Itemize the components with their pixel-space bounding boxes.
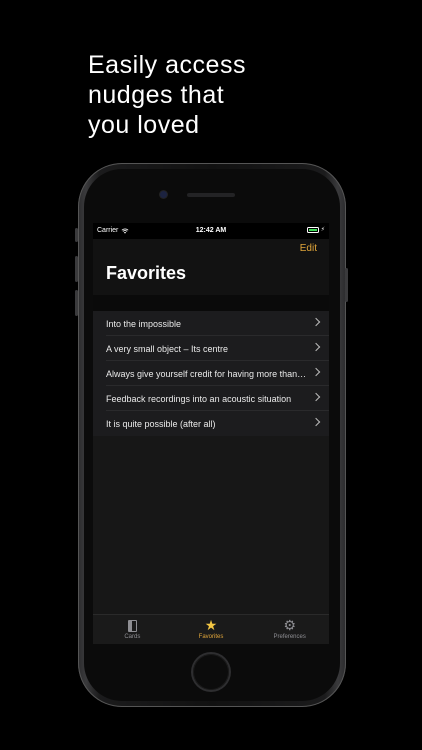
favorite-row[interactable]: It is quite possible (after all)	[93, 411, 329, 436]
favorite-label: Feedback recordings into an acoustic sit…	[106, 393, 292, 404]
chevron-right-icon	[311, 392, 321, 402]
favorite-row[interactable]: Feedback recordings into an acoustic sit…	[93, 386, 329, 411]
favorite-row[interactable]: A very small object – Its centre	[93, 336, 329, 361]
app-screen: Carrier 12:42 AM ⚡ Edit Favorites Into t…	[93, 223, 329, 644]
favorite-label: Into the impossible	[106, 318, 182, 329]
favorites-list: Into the impossible A very small object …	[93, 311, 329, 436]
gear-icon: ⚙	[283, 617, 296, 633]
headline-line-2: nudges that	[88, 81, 225, 109]
status-bar: Carrier 12:42 AM ⚡	[93, 223, 329, 239]
tab-label: Favorites	[198, 634, 224, 640]
chevron-right-icon	[311, 317, 321, 327]
home-button[interactable]	[193, 654, 229, 690]
favorite-label: Always give yourself credit for having m…	[106, 368, 307, 379]
earpiece-speaker	[187, 193, 235, 197]
tab-bar: Cards ★ Favorites ⚙ Preferences	[93, 614, 329, 644]
battery-indicator: ⚡	[306, 227, 325, 233]
chevron-right-icon	[311, 367, 321, 377]
headline-line-3: you loved	[88, 111, 200, 139]
promo-headline: Easily access nudges that you loved	[88, 50, 388, 140]
favorite-row[interactable]: Always give yourself credit for having m…	[93, 361, 329, 386]
headline-line-1: Easily access	[88, 51, 246, 79]
mute-switch	[75, 228, 78, 242]
battery-icon	[306, 227, 319, 233]
tab-favorites[interactable]: ★ Favorites	[172, 615, 251, 644]
favorite-label: It is quite possible (after all)	[106, 418, 216, 429]
page-title: Favorites	[106, 263, 187, 283]
tab-label: Cards	[124, 633, 141, 640]
chevron-right-icon	[311, 342, 321, 352]
navigation-bar: Edit Favorites	[93, 239, 329, 295]
favorite-label: A very small object – Its centre	[106, 343, 229, 354]
volume-up-button	[75, 256, 78, 282]
charging-bolt-icon: ⚡	[320, 227, 325, 233]
star-icon: ★	[204, 617, 218, 633]
power-button	[345, 268, 348, 302]
front-camera	[160, 191, 167, 198]
cards-icon	[127, 619, 137, 632]
status-time: 12:42 AM	[195, 227, 227, 234]
tab-label: Preferences	[273, 634, 306, 640]
chevron-right-icon	[311, 417, 321, 427]
section-header-spacer	[93, 295, 329, 311]
empty-list-area	[93, 436, 329, 616]
tab-cards[interactable]: Cards	[93, 615, 172, 644]
volume-down-button	[75, 290, 78, 316]
tab-preferences[interactable]: ⚙ Preferences	[250, 615, 329, 644]
favorite-row[interactable]: Into the impossible	[93, 311, 329, 336]
edit-button[interactable]: Edit	[300, 243, 317, 254]
